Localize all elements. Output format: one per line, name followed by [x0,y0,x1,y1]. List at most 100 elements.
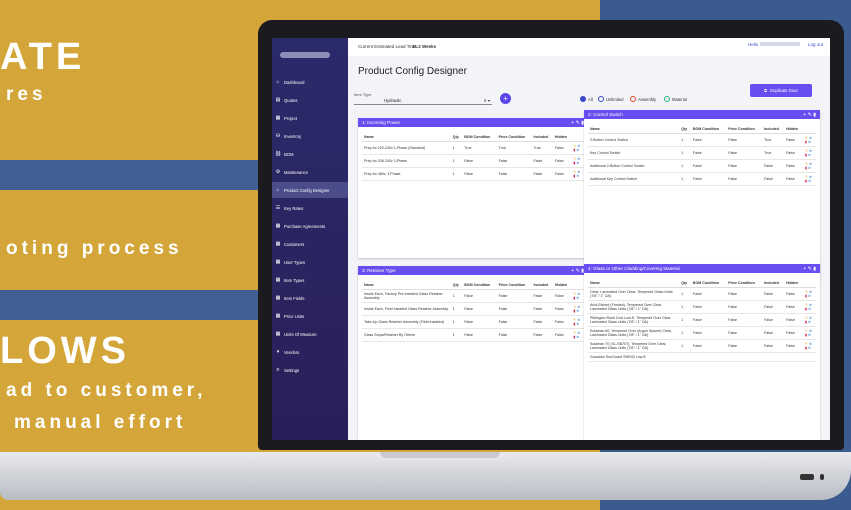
promo-text: ad to customer, [6,380,207,401]
move-down-icon[interactable]: ⊕ [808,179,811,183]
delete-icon[interactable]: ▮ [805,320,807,324]
card-actions[interactable]: + ✎ ▮ [803,266,816,272]
table-cell: False [762,287,785,301]
move-down-icon[interactable]: ⊕ [808,320,811,324]
column-header: Price Condition [726,125,763,134]
sidebar-item-product-config-designer[interactable]: ⌂ Product Config Designer [272,182,348,198]
delete-icon[interactable]: ▮ [805,166,807,170]
sidebar-item-customers[interactable]: ▦ Customers [272,236,348,252]
lead-time-label: Current Estimated Lead Time: [358,44,418,49]
move-down-icon[interactable]: ⊕ [808,333,811,337]
duplicate-door-button[interactable]: ⧉ Duplicate Door [750,84,812,97]
row-actions: ✎ ⊕ ▮ ⊕ [803,172,816,186]
sidebar-item-label: Key Rates [284,205,304,211]
sidebar-item-price-units[interactable]: ▦ Price Units [272,308,348,324]
delete-icon[interactable]: ▮ [805,333,807,337]
table-row: Solarban 70 (XL-SB70T), Tempered Over Cl… [588,339,816,353]
filter-all[interactable]: All [580,96,593,102]
sidebar-item-label: Customers [284,241,305,247]
sidebar-item-item-fields[interactable]: ▦ Item Fields [272,290,348,306]
sidebar-item-key-rates[interactable]: ☰ Key Rates [272,200,348,216]
column-header: Included [531,281,553,290]
logout-link[interactable]: Log out [808,42,823,47]
table-row: Inside Each, Factory Pre-Installed Glass… [362,289,584,303]
column-header: Qty [679,125,691,134]
column-header: Price Condition [496,133,532,142]
delete-icon[interactable]: ▮ [805,140,807,144]
sidebar-item-user-types[interactable]: ▦ User Types [272,254,348,270]
chevron-down-icon: ▾ [276,349,280,355]
sidebar-item-item-types[interactable]: ▦ Item Types [272,272,348,288]
filter-label: All [588,96,593,102]
move-down-icon[interactable]: ⊕ [576,148,579,152]
move-down-icon[interactable]: ⊕ [808,140,811,144]
list-icon: ☰ [275,205,281,211]
move-down-icon[interactable]: ⊕ [808,153,811,157]
move-down-icon[interactable]: ⊕ [576,174,579,178]
table-cell: False [726,300,763,314]
filter-unlimited[interactable]: Unlimited [598,96,623,102]
sidebar-item-dashboard[interactable]: ⌂ Dashboard [272,74,348,90]
clear-icon[interactable]: ✕ ▾ [484,98,490,103]
table-cell: 1 [450,167,463,181]
filter-material[interactable]: Material [664,96,687,102]
table-cell: False [462,154,497,168]
table-cell: Glass Stops/Retainer By Others [362,328,451,342]
table-cell: 1 [679,339,691,353]
table-cell: False [462,167,497,181]
move-down-icon[interactable]: ⊕ [808,294,811,298]
table-row: Glass Stops/Retainer By Others 1 False Fals… [362,328,584,342]
row-actions: ✎ ⊕ ▮ ⊕ [571,315,584,329]
table-cell: False [552,315,572,329]
table-cell: False [726,313,763,327]
column-header: Price Condition [726,279,763,288]
column-header: BOM Condition [462,281,497,290]
table-cell: False [784,159,804,173]
column-header: Included [762,279,785,288]
delete-icon[interactable]: ▮ [805,346,807,350]
column-header: Name [362,133,451,142]
card-actions[interactable]: + ✎ ▮ [571,268,584,274]
topbar: Current Estimated Lead Time: 31.2 Weeks … [348,38,830,56]
filter-assembly[interactable]: Assembly [630,96,656,102]
table-row: Additional Key Control Switch 1 False False… [588,172,816,186]
card-actions[interactable]: + ✎ ▮ [803,112,816,118]
table-cell: False [726,326,763,340]
sidebar-item-quotes[interactable]: ▤ Quotes [272,92,348,108]
card-actions[interactable]: + ✎ ▮ [571,120,584,126]
inventory-icon: ⛁ [275,133,281,139]
move-down-icon[interactable]: ⊕ [576,322,579,326]
delete-icon[interactable]: ▮ [805,307,807,311]
card-header: 1: Incoming Power + ✎ ▮ [358,118,588,127]
table-cell: False [531,167,553,181]
sidebar-item-label: Settings [284,367,300,373]
sidebar-item-settings[interactable]: ≡ Settings [272,362,348,378]
item-type-select[interactable]: Hydraulic ✕ ▾ [354,98,492,105]
sidebar-item-bom[interactable]: ⛓ BOM [272,146,348,162]
move-down-icon[interactable]: ⊕ [808,346,811,350]
column-header: Qty [679,279,691,288]
sidebar-item-units-of-measure[interactable]: ▦ Units Of Measure [272,326,348,342]
sidebar-item-inventory[interactable]: ⛁ Inventory [272,128,348,144]
move-down-icon[interactable]: ⊕ [576,309,579,313]
actions-header [571,281,584,290]
table-cell: False [690,326,727,340]
sidebar-item-vendors[interactable]: ▾ Vendors [272,344,348,360]
add-section-button[interactable]: + [500,93,511,104]
table-cell: False [462,302,497,316]
delete-icon[interactable]: ▮ [805,294,807,298]
table-cell: False [462,328,497,342]
move-down-icon[interactable]: ⊕ [576,335,579,339]
move-down-icon[interactable]: ⊕ [808,307,811,311]
sidebar-item-maintenance[interactable]: ⚙ Maintenance [272,164,348,180]
move-down-icon[interactable]: ⊕ [808,166,811,170]
row-actions: ✎ ⊕ ▮ ⊕ [571,154,584,168]
sidebar-item-purchase-agreements[interactable]: ▦ Purchase Agreements [272,218,348,234]
sidebar-item-label: Dashboard [284,79,305,85]
delete-icon[interactable]: ▮ [805,153,807,157]
sidebar-item-project[interactable]: ▦ Project [272,110,348,126]
delete-icon[interactable]: ▮ [805,179,807,183]
move-down-icon[interactable]: ⊕ [576,161,579,165]
move-down-icon[interactable]: ⊕ [576,296,579,300]
table-cell: False [496,167,532,181]
